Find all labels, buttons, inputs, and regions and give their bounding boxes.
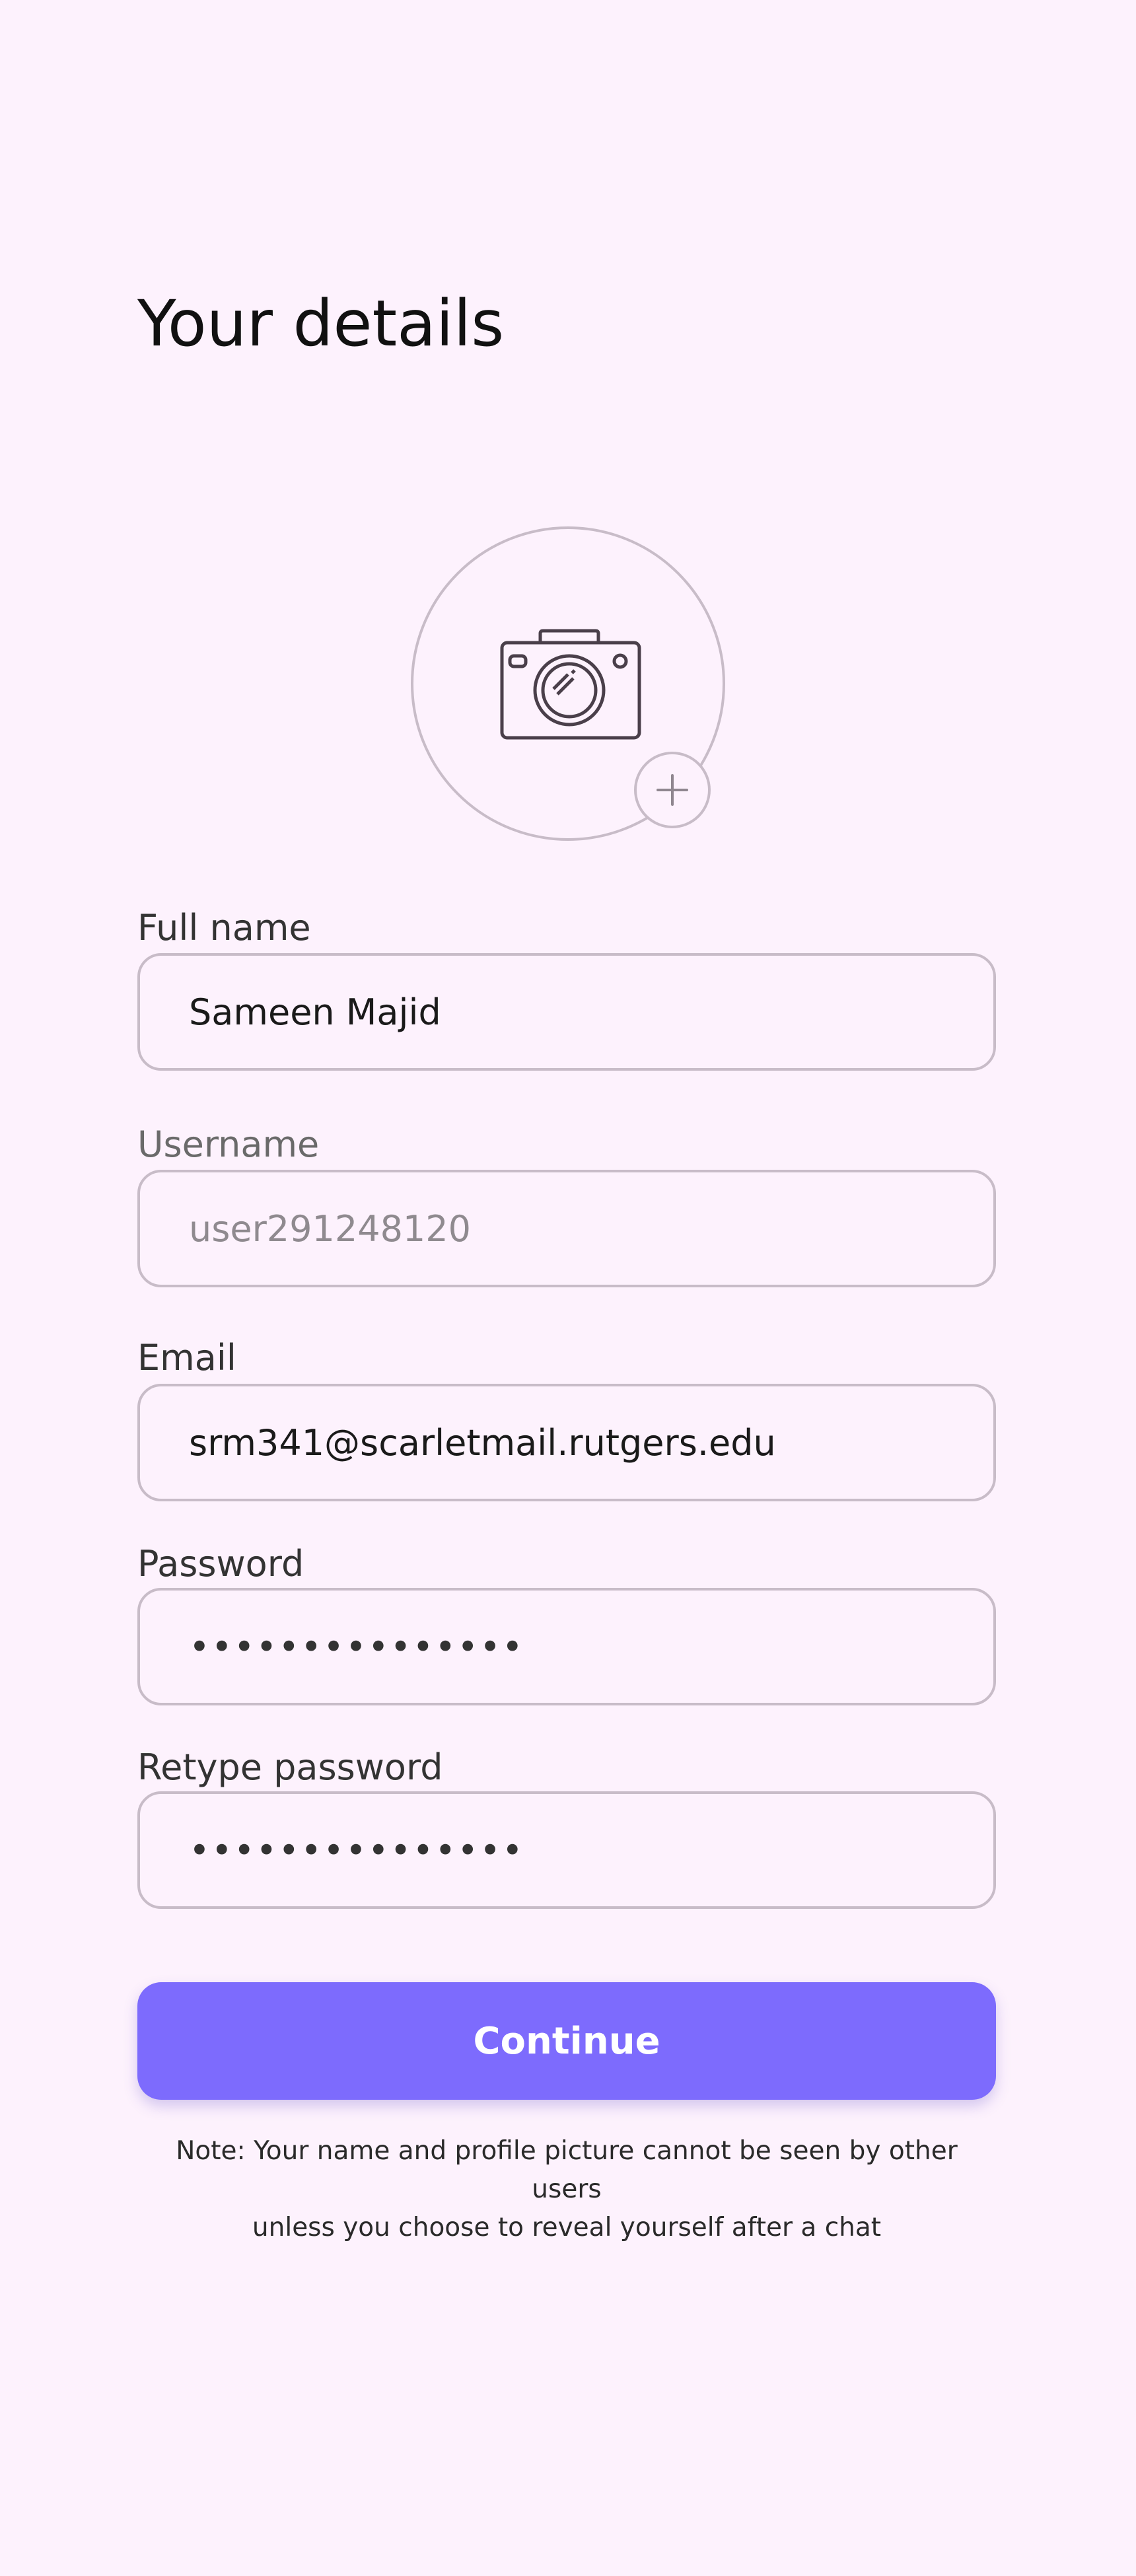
privacy-note: Note: Your name and profile picture cann… <box>137 2132 996 2247</box>
email-label: Email <box>137 1337 236 1378</box>
continue-button[interactable]: Continue <box>137 1982 996 2100</box>
password-field[interactable]: ••••••••••••••• <box>137 1588 996 1705</box>
full-name-field[interactable]: Sameen Majid <box>137 953 996 1071</box>
retype-password-label: Retype password <box>137 1746 443 1788</box>
full-name-label: Full name <box>137 907 311 948</box>
retype-password-field[interactable]: ••••••••••••••• <box>137 1791 996 1909</box>
page-title: Your details <box>137 287 505 361</box>
privacy-note-line-1: Note: Your name and profile picture cann… <box>176 2136 958 2204</box>
camera-icon <box>500 629 641 740</box>
add-photo-button[interactable] <box>634 752 711 828</box>
username-label: Username <box>137 1124 320 1165</box>
privacy-note-line-2: unless you choose to reveal yourself aft… <box>252 2213 882 2242</box>
password-label: Password <box>137 1543 304 1585</box>
email-field[interactable]: srm341@scarletmail.rutgers.edu <box>137 1384 996 1501</box>
username-field[interactable]: user291248120 <box>137 1170 996 1287</box>
plus-icon <box>657 774 688 806</box>
